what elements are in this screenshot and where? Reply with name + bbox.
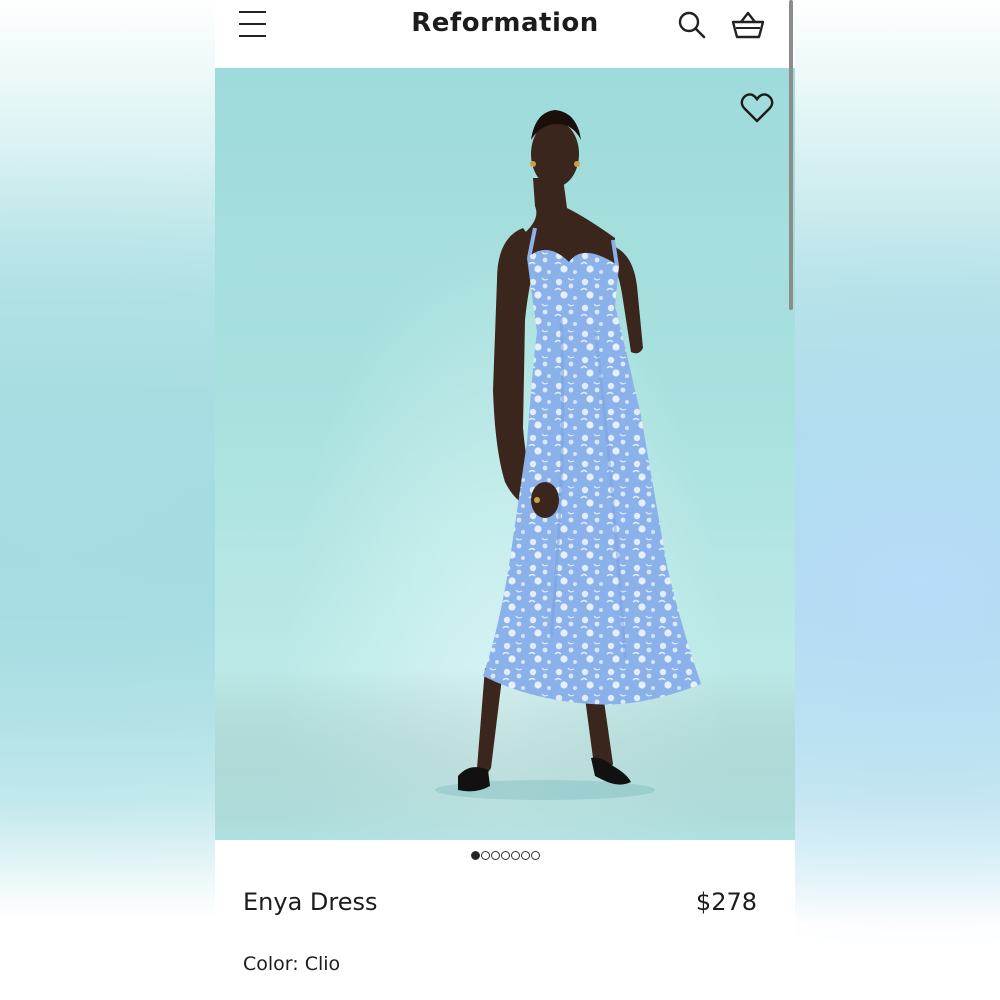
page-scrollbar[interactable] [789,0,793,310]
model-photo [215,110,795,840]
product-price: $278 [695,888,757,916]
product-page: Reformation Enya Dress $278 Color: Clio [215,0,795,1000]
product-color: Color: Clio [243,953,340,975]
pagination-dot-3[interactable] [490,851,500,860]
basket-icon[interactable] [730,8,765,42]
image-pagination [215,851,795,860]
pagination-dot-5[interactable] [510,851,520,860]
search-icon[interactable] [675,8,709,42]
pagination-dot-4[interactable] [500,851,510,860]
color-value: Clio [304,953,341,975]
product-image[interactable] [215,68,795,840]
color-label: Color: [243,953,299,975]
pagination-dot-1[interactable] [470,851,480,860]
heart-icon[interactable] [739,90,775,126]
product-name: Enya Dress [243,888,378,916]
pagination-dot-2[interactable] [480,851,490,860]
pagination-dot-7[interactable] [530,851,540,860]
pagination-dot-6[interactable] [520,851,530,860]
top-nav-bar: Reformation [215,0,795,68]
